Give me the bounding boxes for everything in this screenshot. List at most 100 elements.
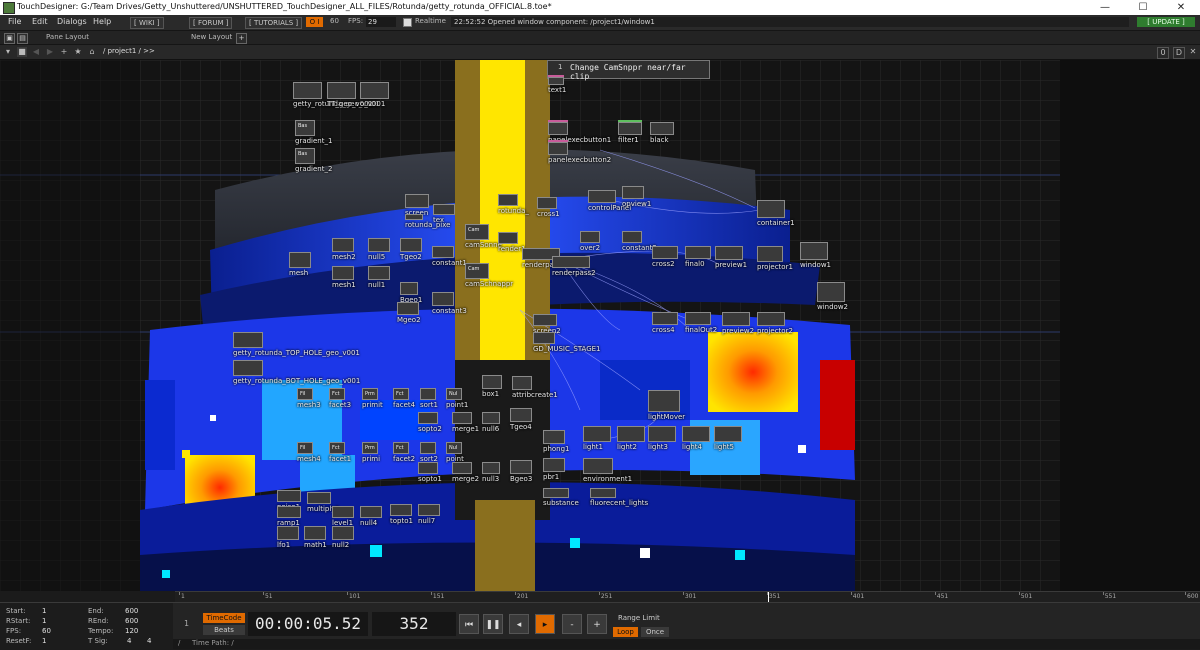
node-thumbnail[interactable] [548,77,564,85]
node-label[interactable]: opview1 [622,200,651,208]
tempo-value[interactable]: 120 [125,627,138,635]
node-label[interactable]: renderpass2 [552,269,596,277]
node-thumbnail[interactable] [332,506,354,518]
node-label[interactable]: null4 [360,519,377,527]
pane-menu-icon[interactable]: ▾ [3,47,13,57]
node-thumbnail[interactable] [757,312,785,326]
node-label[interactable]: light2 [617,443,637,451]
node-label[interactable]: final0 [685,260,705,268]
node-label[interactable]: mesh4 [297,455,321,463]
node-thumbnail[interactable] [590,488,616,498]
node-label[interactable]: attribcreate1 [512,391,558,399]
node-label[interactable]: facet3 [329,401,351,409]
node-label[interactable]: primit [362,401,383,409]
menu-edit[interactable]: Edit [32,17,48,26]
node-label[interactable]: container1 [757,219,795,227]
node-thumbnail[interactable] [360,506,382,518]
timecode-toggle[interactable]: TimeCode [203,613,245,623]
node-label[interactable]: Mgeo2 [397,316,421,324]
node-label[interactable]: merge1 [452,425,479,433]
tutorials-button[interactable]: [ TUTORIALS ] [245,17,303,29]
node-label[interactable]: facet2 [393,455,415,463]
node-thumbnail[interactable] [510,408,532,422]
node-label[interactable]: fluorecent_lights [590,499,648,507]
node-thumbnail[interactable] [405,214,423,220]
node-label[interactable]: gradient_2 [295,165,332,173]
node-label[interactable]: sort1 [420,401,438,409]
node-thumbnail[interactable] [583,426,611,442]
network-path[interactable]: / project1 / >> [103,47,155,56]
node-label[interactable]: primi [362,455,380,463]
node-thumbnail[interactable]: Fct [329,442,345,454]
node-label[interactable]: window2 [817,303,848,311]
node-thumbnail[interactable] [498,232,518,244]
node-label[interactable]: pbr1 [543,473,559,481]
close-button[interactable]: ✕ [1162,0,1200,15]
node-thumbnail[interactable] [420,442,436,454]
node-label[interactable]: getty_rotunda_BOT_HOLE_geo_v001 [233,377,360,385]
menu-dialogs[interactable]: Dialogs [57,17,87,26]
node-label[interactable]: preview2 [722,327,754,335]
node-label[interactable]: mesh1 [332,281,356,289]
node-thumbnail[interactable] [722,312,750,326]
home-icon[interactable]: ⌂ [87,47,97,57]
node-label[interactable]: sopto1 [418,475,442,483]
node-thumbnail[interactable] [452,462,472,474]
node-label[interactable]: math1 [304,541,327,549]
node-thumbnail[interactable] [800,242,828,260]
start-value[interactable]: 1 [42,607,46,615]
node-label[interactable]: cross2 [652,260,675,268]
node-label[interactable]: over2 [580,244,600,252]
node-label[interactable]: facet1 [329,455,351,463]
new-layout-button[interactable]: New Layout [191,33,232,42]
node-label[interactable]: constant1 [432,259,467,267]
node-thumbnail[interactable] [400,282,418,295]
node-thumbnail[interactable] [452,412,472,424]
time-path-label[interactable]: Time Path: / [192,639,234,647]
node-thumbnail[interactable] [400,238,422,252]
node-label[interactable]: camSonne [465,241,502,249]
node-label[interactable]: o_v001 [360,100,385,108]
node-thumbnail[interactable]: Cam [465,224,489,240]
forward-icon[interactable]: ▶ [45,47,55,57]
perf-toggle[interactable]: O I [306,17,323,27]
node-thumbnail[interactable] [418,412,438,424]
node-thumbnail[interactable] [277,506,301,518]
node-thumbnail[interactable] [390,504,412,516]
node-label[interactable]: null6 [482,425,499,433]
node-thumbnail[interactable] [533,314,557,326]
node-label[interactable]: constant3 [432,307,467,315]
node-thumbnail[interactable] [757,200,785,218]
node-thumbnail[interactable] [583,458,613,474]
node-thumbnail[interactable] [233,360,263,376]
node-thumbnail[interactable] [405,194,429,208]
node-label[interactable]: light4 [682,443,702,451]
node-thumbnail[interactable] [543,488,569,498]
network-editor[interactable]: 1 Change CamSnppr near/far clip text1 get… [0,60,1200,591]
node-label[interactable]: preview1 [715,261,747,269]
beats-toggle[interactable]: Beats [203,625,245,635]
node-thumbnail[interactable] [332,266,354,280]
node-label[interactable]: finalOut2 [685,326,717,334]
pane-id-right[interactable]: D [1173,47,1185,59]
node-thumbnail[interactable] [588,190,616,203]
fps-info-value[interactable]: 60 [42,627,51,635]
node-label[interactable]: cross1 [537,210,560,218]
node-thumbnail[interactable] [533,332,555,344]
node-thumbnail[interactable] [277,490,301,502]
node-thumbnail[interactable]: Fct [393,388,409,400]
realtime-checkbox[interactable] [403,18,412,27]
node-thumbnail[interactable] [510,460,532,474]
node-label[interactable]: topto1 [390,517,413,525]
node-thumbnail[interactable] [622,186,644,199]
node-thumbnail[interactable] [543,430,565,444]
node-label[interactable]: point1 [446,401,468,409]
node-label[interactable]: panelexecbutton2 [548,156,611,164]
node-thumbnail[interactable] [433,204,455,215]
node-label[interactable]: sopto2 [418,425,442,433]
node-thumbnail[interactable] [327,82,356,99]
end-value[interactable]: 600 [125,607,138,615]
node-label[interactable]: gradient_1 [295,137,332,145]
node-label[interactable]: facet4 [393,401,415,409]
node-thumbnail[interactable] [277,526,299,540]
